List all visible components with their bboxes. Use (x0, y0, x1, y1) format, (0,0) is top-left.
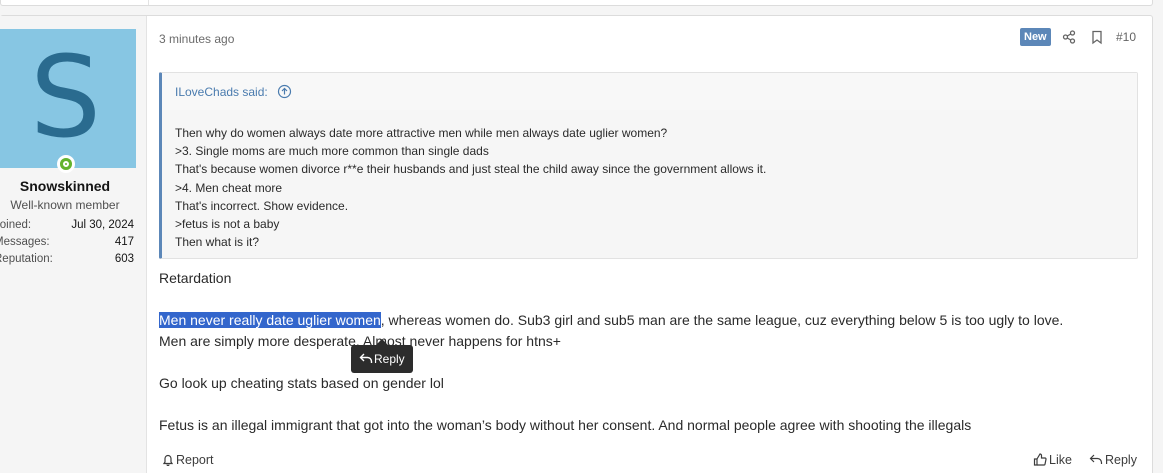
quote-line: Then why do women always date more attra… (175, 126, 668, 140)
message-line: Men never really date uglier women, wher… (159, 312, 1063, 328)
online-status-icon (57, 155, 75, 173)
post-timestamp[interactable]: 3 minutes ago (159, 32, 234, 46)
username[interactable]: Snowskinned (0, 178, 130, 194)
quote-line: That's incorrect. Show evidence. (175, 198, 349, 213)
reply-label: Reply (1105, 453, 1137, 467)
avatar[interactable]: S (0, 29, 136, 168)
report-label: Report (176, 453, 214, 467)
quote-line: >fetus is not a baby (175, 217, 280, 232)
quote-line: Then what is it? (175, 235, 260, 250)
reply-button[interactable]: Reply (1089, 453, 1137, 467)
selected-text[interactable]: Men never really date uglier women (159, 312, 381, 328)
share-icon[interactable] (1061, 29, 1077, 45)
stat-label: Messages: (0, 236, 50, 248)
reply-icon (359, 353, 373, 363)
message-line: Fetus is an illegal immigrant that got i… (159, 417, 972, 433)
thumbs-up-icon (1033, 453, 1047, 466)
stat-label: Joined: (0, 219, 32, 231)
post-number[interactable]: #10 (1116, 30, 1136, 44)
message-line: Go look up cheating stats based on gende… (159, 375, 444, 391)
previous-post-edge (0, 0, 1153, 6)
quote-block: ILoveChads said: Then why do women alway… (159, 72, 1138, 259)
bell-icon (162, 454, 174, 467)
quote-line: >3. Single moms are much more common tha… (175, 144, 489, 159)
stat-value: 603 (114, 253, 134, 265)
like-button[interactable]: Like (1033, 453, 1072, 467)
message-line: Retardation (159, 270, 232, 286)
reply-popup-label: Reply (374, 352, 405, 366)
quote-author[interactable]: ILoveChads said: (175, 85, 268, 99)
user-title: Well-known member (10, 198, 120, 212)
stat-value: 417 (114, 236, 134, 248)
reply-icon (1089, 454, 1103, 464)
quote-selection-reply-button[interactable]: Reply (351, 339, 413, 373)
arrow-up-circle-icon[interactable] (277, 84, 292, 99)
user-info-panel: S Snowskinned Well-known member Joined: … (0, 16, 147, 473)
message-text: , whereas women do. Sub3 girl and sub5 m… (380, 312, 1064, 328)
forum-post: S Snowskinned Well-known member Joined: … (0, 15, 1153, 473)
like-label: Like (1049, 453, 1072, 467)
new-badge: New (1020, 28, 1051, 46)
bookmark-icon[interactable] (1089, 29, 1105, 45)
stat-value: Jul 30, 2024 (71, 219, 134, 231)
quote-header (162, 73, 1137, 110)
stat-label: Reputation: (0, 253, 53, 265)
quote-text: Then why do women always date more attra… (175, 124, 766, 251)
quote-line: >4. Men cheat more (175, 180, 283, 195)
quote-line: That's because women divorce r**e their … (175, 162, 767, 177)
report-button[interactable]: Report (162, 453, 214, 467)
